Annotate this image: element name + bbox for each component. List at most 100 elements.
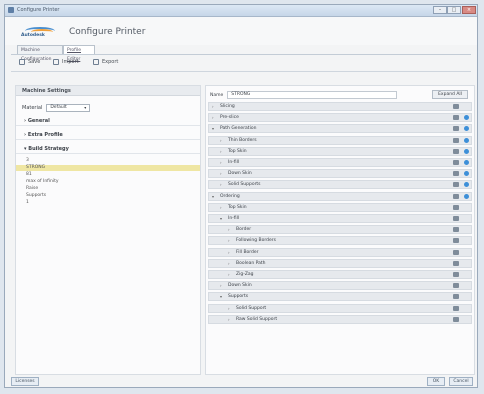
profile-tree-row[interactable]: ▾ Path Generation bbox=[208, 124, 472, 134]
status-dot-icon bbox=[464, 148, 469, 154]
material-select[interactable]: Default ▾ bbox=[46, 104, 91, 112]
edit-icon[interactable] bbox=[453, 272, 459, 277]
profile-tree-label: Boolean Path bbox=[236, 260, 266, 266]
chevron-right-icon[interactable]: › bbox=[220, 159, 222, 166]
chevron-right-icon[interactable]: › bbox=[220, 204, 222, 211]
edit-icon[interactable] bbox=[453, 294, 459, 300]
edit-icon[interactable] bbox=[453, 227, 459, 233]
edit-icon[interactable] bbox=[453, 193, 459, 199]
profile-tree-row[interactable]: ▾ Supports bbox=[208, 292, 472, 302]
brand-name: Autodesk bbox=[21, 33, 45, 38]
chevron-right-icon[interactable]: › bbox=[228, 316, 230, 323]
export-button[interactable]: Export bbox=[93, 57, 118, 67]
chevron-right-icon[interactable]: › bbox=[228, 271, 230, 278]
profile-tree-row[interactable]: › In-fill bbox=[208, 158, 472, 167]
edit-icon[interactable] bbox=[453, 204, 459, 210]
edit-icon[interactable] bbox=[453, 283, 459, 289]
profile-tree-row[interactable]: › Slicing bbox=[208, 102, 472, 111]
export-icon bbox=[93, 59, 99, 65]
chevron-right-icon[interactable]: › bbox=[228, 226, 230, 233]
chevron-down-icon[interactable]: ▾ bbox=[212, 125, 214, 132]
settings-section-row[interactable]: ▾ Build Strategy bbox=[16, 144, 200, 154]
chevron-down-icon[interactable]: ▾ bbox=[212, 193, 214, 200]
import-button[interactable]: Import bbox=[53, 57, 79, 67]
edit-icon[interactable] bbox=[453, 182, 459, 188]
profile-tree-row[interactable]: › Raw Solid Support bbox=[208, 314, 472, 324]
profile-tree-row[interactable]: › Thin Borders bbox=[208, 135, 472, 145]
chevron-right-icon[interactable]: › bbox=[212, 103, 214, 110]
chevron-right-icon[interactable]: › bbox=[228, 237, 230, 244]
profile-tree-row[interactable]: › Zig-Zag bbox=[208, 270, 472, 279]
name-field[interactable]: STRONG bbox=[227, 91, 398, 99]
tab-profile-editor[interactable]: Profile Editor bbox=[63, 45, 95, 62]
profile-tree-row[interactable]: › Border bbox=[208, 225, 472, 235]
licenses-button[interactable]: Licenses bbox=[11, 377, 39, 386]
strategy-list-item[interactable]: STRONG bbox=[16, 165, 200, 171]
import-icon bbox=[53, 59, 59, 65]
tab-machine-configuration[interactable]: Machine Configuration bbox=[17, 45, 63, 62]
chevron-right-icon[interactable]: › bbox=[220, 181, 222, 188]
chevron-down-icon[interactable]: ▾ bbox=[220, 293, 222, 300]
profile-tree-row[interactable]: › Top Skin bbox=[208, 202, 472, 212]
strategy-list-item[interactable]: 1 bbox=[16, 200, 200, 206]
edit-icon[interactable] bbox=[453, 171, 459, 177]
strategy-list-item[interactable]: 3 bbox=[16, 158, 200, 164]
profile-tree-label: Border bbox=[236, 227, 252, 233]
expand-all-button[interactable]: Expand All bbox=[432, 90, 468, 99]
profile-tree-row[interactable]: › Top Skin bbox=[208, 146, 472, 156]
save-button[interactable]: Save bbox=[19, 57, 40, 67]
chevron-right-icon[interactable]: › bbox=[220, 282, 222, 289]
chevron-right-icon[interactable]: › bbox=[220, 148, 222, 155]
profile-tree-label: Fill Border bbox=[236, 249, 259, 255]
profile-tree-row[interactable]: › Boolean Path bbox=[208, 258, 472, 268]
chevron-down-icon[interactable]: ▾ bbox=[220, 215, 222, 222]
profile-tree-row[interactable]: › Down Skin bbox=[208, 169, 472, 179]
status-dot-icon bbox=[464, 126, 469, 132]
ok-button[interactable]: OK bbox=[427, 377, 445, 386]
chevron-right-icon[interactable]: › bbox=[228, 305, 230, 312]
profile-tree-row[interactable]: ▾ In-fill bbox=[208, 214, 472, 223]
edit-icon[interactable] bbox=[453, 137, 459, 143]
profile-tree-row[interactable]: › Down Skin bbox=[208, 281, 472, 291]
close-button[interactable]: × bbox=[462, 6, 476, 14]
edit-icon[interactable] bbox=[453, 148, 459, 154]
edit-icon[interactable] bbox=[453, 160, 459, 165]
profile-tree-row[interactable]: › Pre-slice bbox=[208, 113, 472, 123]
profile-tree-row[interactable]: › Following Borders bbox=[208, 236, 472, 246]
profile-tree-row[interactable]: › Solid Supports bbox=[208, 180, 472, 190]
edit-icon[interactable] bbox=[453, 238, 459, 244]
profile-tree-label: In-fill bbox=[228, 160, 240, 165]
cancel-button[interactable]: Cancel bbox=[449, 377, 473, 386]
edit-icon[interactable] bbox=[453, 305, 459, 311]
chevron-right-icon[interactable]: › bbox=[220, 137, 222, 144]
material-label: Material bbox=[22, 105, 43, 111]
strategy-list-item[interactable]: Supports bbox=[16, 193, 200, 199]
settings-section-row[interactable]: › General bbox=[16, 116, 200, 126]
edit-icon[interactable] bbox=[453, 249, 459, 255]
profile-tree-label: In-fill bbox=[228, 216, 240, 221]
chevron-right-icon[interactable]: › bbox=[228, 249, 230, 256]
edit-icon[interactable] bbox=[453, 216, 459, 221]
machine-settings-panel: Machine Settings Material Default ▾ › Ge… bbox=[15, 85, 201, 375]
chevron-right-icon[interactable]: › bbox=[212, 114, 214, 121]
edit-icon[interactable] bbox=[453, 260, 459, 266]
minimize-button[interactable]: – bbox=[433, 6, 447, 14]
edit-icon[interactable] bbox=[453, 316, 459, 322]
profile-tree-label: Top Skin bbox=[228, 204, 247, 210]
name-row: Name STRONG bbox=[210, 91, 398, 99]
edit-icon[interactable] bbox=[453, 104, 459, 109]
maximize-button[interactable]: □ bbox=[447, 6, 461, 14]
strategy-list-item[interactable]: 81 bbox=[16, 172, 200, 178]
chevron-right-icon[interactable]: › bbox=[220, 170, 222, 177]
edit-icon[interactable] bbox=[453, 115, 459, 121]
strategy-list-item[interactable]: Raise bbox=[16, 186, 200, 192]
profile-tree-row[interactable]: › Fill Border bbox=[208, 247, 472, 257]
profile-tree-row[interactable]: ▾ Ordering bbox=[208, 191, 472, 201]
window-title: Configure Printer bbox=[17, 7, 60, 13]
status-dot-icon bbox=[464, 115, 469, 121]
strategy-list-item[interactable]: max of Infinity bbox=[16, 179, 200, 185]
profile-tree-row[interactable]: › Solid Support bbox=[208, 303, 472, 313]
chevron-right-icon[interactable]: › bbox=[228, 260, 230, 267]
settings-section-row[interactable]: › Extra Profile bbox=[16, 130, 200, 140]
edit-icon[interactable] bbox=[453, 126, 459, 132]
